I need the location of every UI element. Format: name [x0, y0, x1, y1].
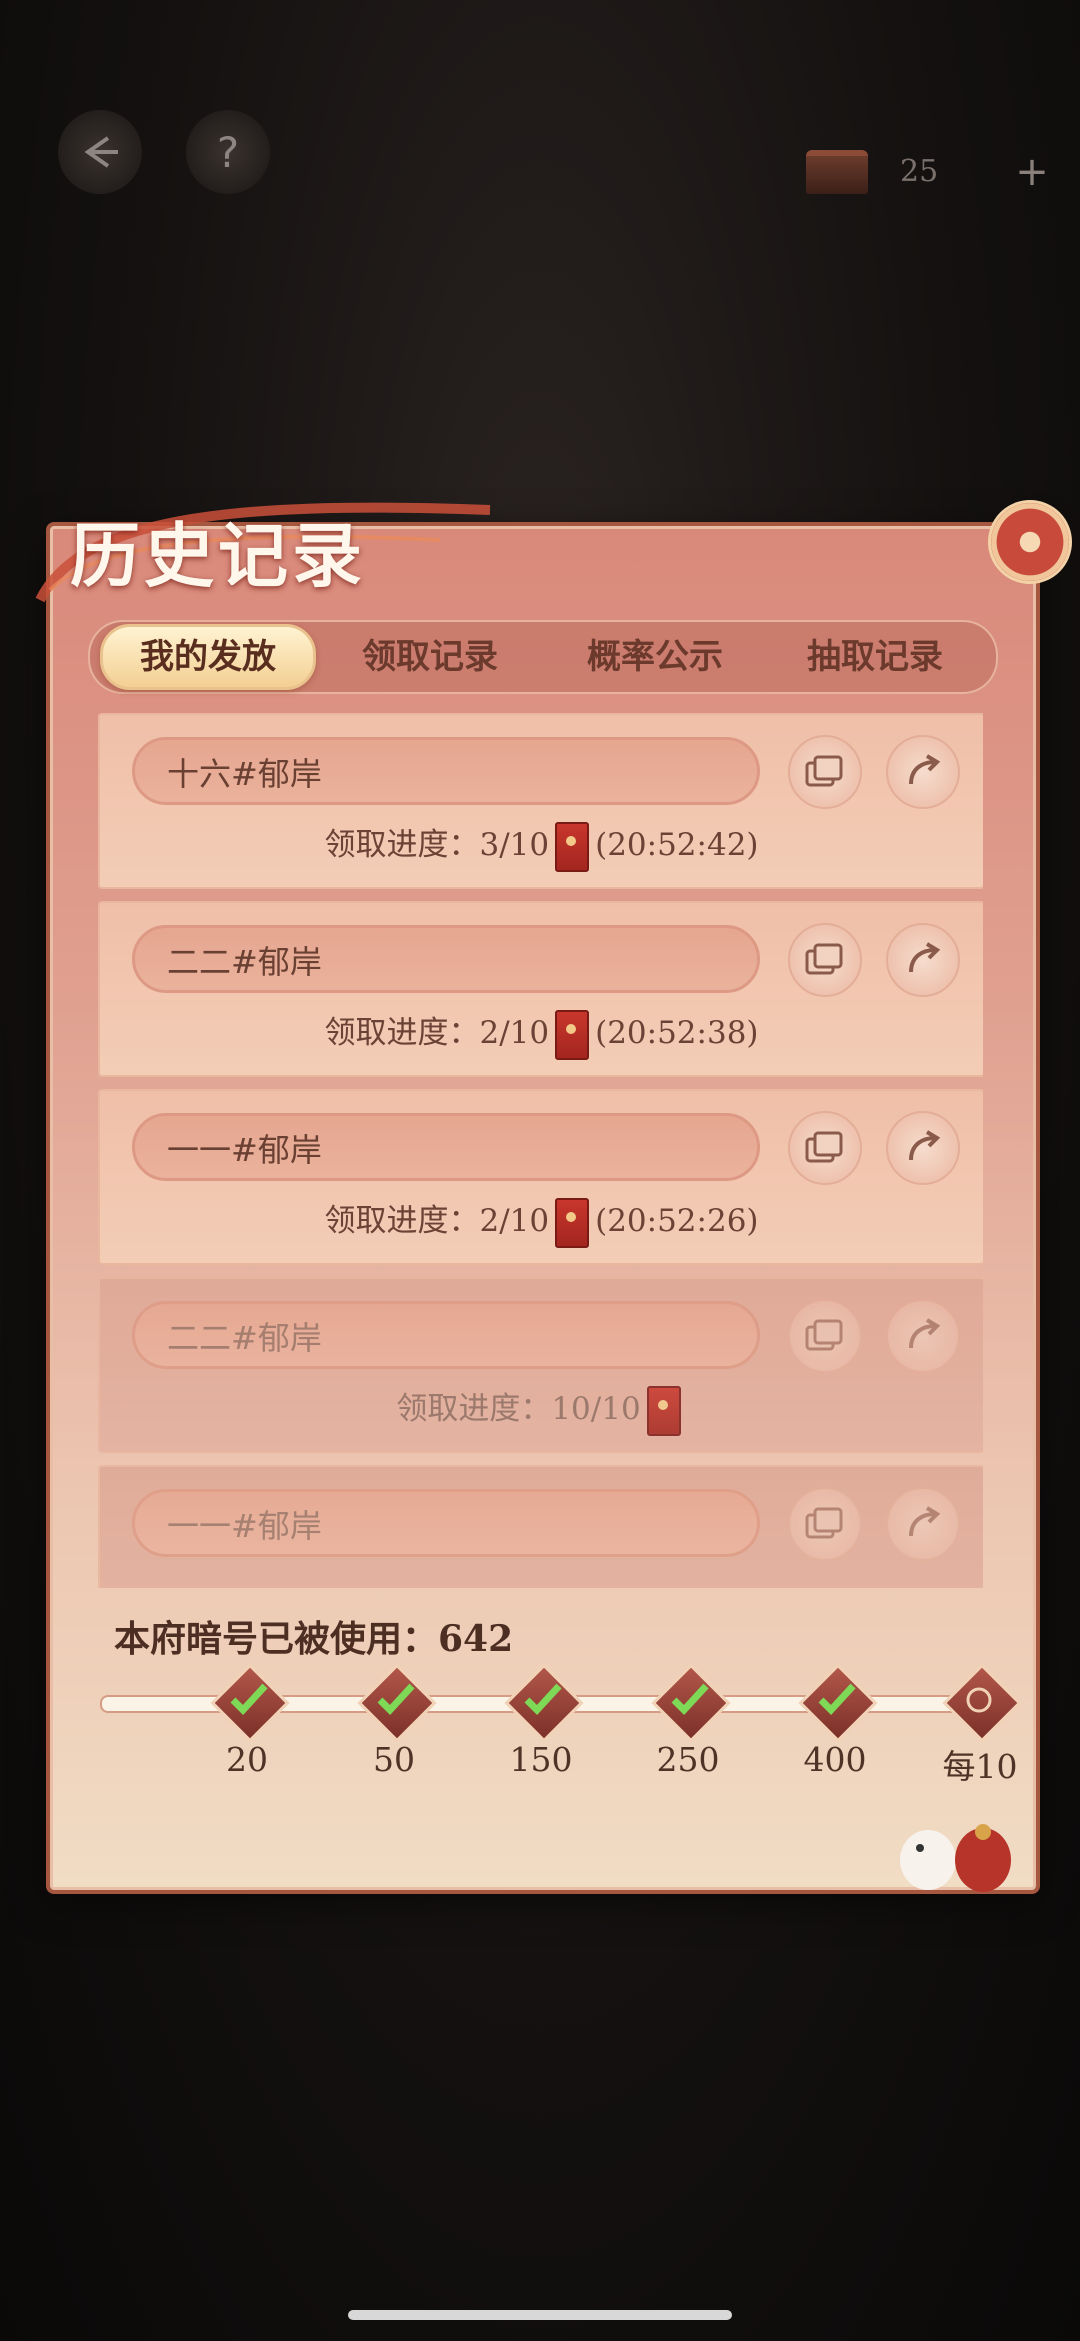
add-currency-button[interactable]: +	[1010, 150, 1054, 194]
share-arrow-icon	[909, 754, 941, 785]
record-time: (20:52:38)	[595, 1015, 759, 1051]
copy-icon	[805, 1507, 843, 1539]
record-name: 一一#郁岸	[132, 1489, 760, 1557]
copy-icon	[805, 755, 843, 787]
record-card: 十六#郁岸 领取进度：3/10 (20:52:42)	[98, 713, 983, 889]
record-time: (20:52:26)	[595, 1203, 759, 1239]
red-envelope-icon	[555, 821, 590, 872]
share-arrow-icon	[909, 1318, 941, 1349]
tab-draw-records[interactable]: 抽取记录	[770, 622, 980, 692]
tab-my-issued[interactable]: 我的发放	[100, 624, 316, 690]
record-progress: 领取进度：10/10	[396, 1391, 641, 1427]
record-progress: 领取进度：2/10	[324, 1015, 550, 1051]
share-button[interactable]	[886, 1487, 960, 1561]
tab-bar: 我的发放 领取记录 概率公示 抽取记录	[88, 620, 998, 694]
copy-button[interactable]	[788, 735, 862, 809]
record-progress-line: 领取进度：10/10	[100, 1381, 983, 1437]
back-arrow-icon	[84, 136, 118, 168]
milestone-label: 50	[373, 1740, 415, 1779]
record-name: 一一#郁岸	[132, 1113, 760, 1181]
record-progress-line: 领取进度：2/10 (20:52:26)	[100, 1193, 983, 1249]
record-progress-line: 领取进度：3/10 (20:52:42)	[100, 817, 983, 873]
record-card: 二二#郁岸 领取进度：2/10 (20:52:38)	[98, 901, 983, 1077]
share-button[interactable]	[886, 1111, 960, 1185]
records-list[interactable]: 十六#郁岸 领取进度：3/10 (20:52:42) 二二#郁岸 领取进度：2/…	[98, 713, 983, 1588]
medallion-icon	[988, 500, 1072, 584]
milestone-label: 400	[803, 1740, 867, 1779]
code-usage-count: 本府暗号已被使用：642	[114, 1618, 514, 1660]
share-arrow-icon	[909, 1130, 941, 1161]
tab-claim-records[interactable]: 领取记录	[330, 622, 530, 692]
red-envelope-icon	[555, 1197, 590, 1248]
copy-button[interactable]	[788, 923, 862, 997]
share-button[interactable]	[886, 923, 960, 997]
share-arrow-icon	[909, 942, 941, 973]
top-bar: ? 25 +	[0, 110, 1080, 210]
mascot-with-bag-decoration	[900, 1824, 1011, 1892]
red-envelope-icon	[555, 1009, 590, 1060]
milestone-label: 每10	[942, 1747, 1018, 1786]
record-card-completed: 二二#郁岸 领取进度：10/10	[98, 1277, 983, 1453]
panel-title: 历史记录	[70, 514, 366, 597]
home-indicator	[348, 2310, 732, 2320]
record-progress-line: 领取进度：2/10 (20:52:38)	[100, 1005, 983, 1061]
share-arrow-icon	[909, 1506, 941, 1537]
currency-count: 25	[900, 154, 939, 189]
help-button[interactable]: ?	[186, 110, 270, 194]
record-time: (20:52:42)	[595, 827, 759, 863]
copy-button[interactable]	[788, 1487, 862, 1561]
record-progress: 领取进度：2/10	[324, 1203, 550, 1239]
record-card-completed: 一一#郁岸	[98, 1465, 983, 1588]
chest-icon	[806, 150, 868, 194]
copy-icon	[805, 943, 843, 975]
record-card: 一一#郁岸 领取进度：2/10 (20:52:26)	[98, 1089, 983, 1265]
milestone-label: 150	[509, 1740, 573, 1779]
copy-icon	[805, 1319, 843, 1351]
milestone-label: 250	[656, 1740, 720, 1779]
record-name: 十六#郁岸	[132, 737, 760, 805]
back-button[interactable]	[58, 110, 142, 194]
copy-button[interactable]	[788, 1299, 862, 1373]
share-button[interactable]	[886, 1299, 960, 1373]
record-progress: 领取进度：3/10	[324, 827, 550, 863]
record-name: 二二#郁岸	[132, 1301, 760, 1369]
tab-probability[interactable]: 概率公示	[550, 622, 760, 692]
red-envelope-icon	[646, 1385, 681, 1436]
milestone-label: 20	[226, 1740, 268, 1779]
record-name: 二二#郁岸	[132, 925, 760, 993]
copy-icon	[805, 1131, 843, 1163]
share-button[interactable]	[886, 735, 960, 809]
question-mark-icon: ?	[216, 127, 240, 177]
copy-button[interactable]	[788, 1111, 862, 1185]
